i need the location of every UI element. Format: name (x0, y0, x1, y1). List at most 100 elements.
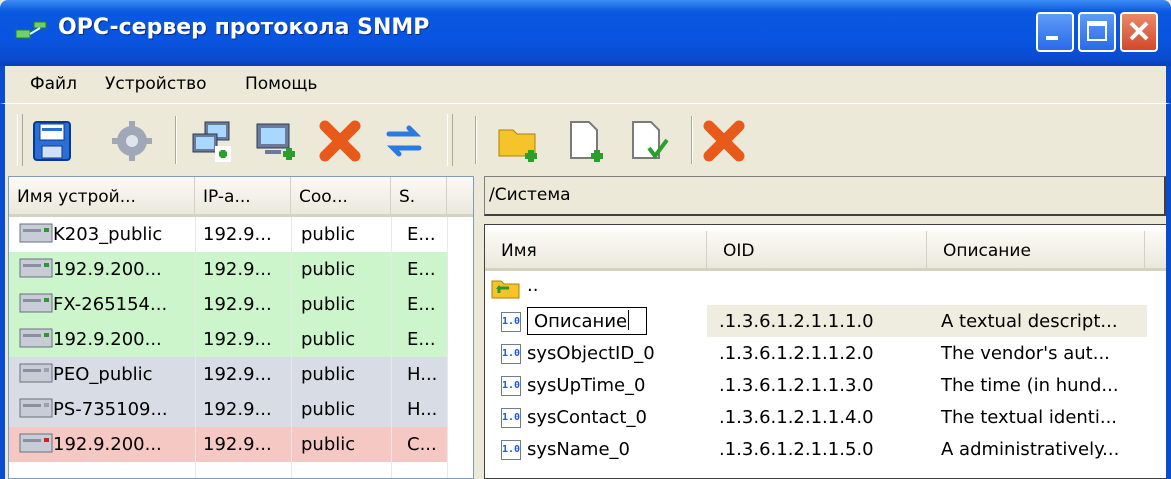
object-oid: .1.3.6.1.2.1.1.1.0 (719, 311, 874, 332)
window-title: OPC-сервер протокола SNMP (58, 15, 430, 40)
rename-input-value: Описание (534, 311, 628, 332)
device-icon (19, 223, 53, 243)
device-name: 192.9.200... (53, 329, 162, 350)
device-name: K203_public (53, 224, 163, 245)
grid-line (291, 217, 292, 478)
folder-up-icon (491, 280, 520, 299)
device-name: PEO_public (53, 364, 153, 385)
gear-icon[interactable] (109, 118, 155, 164)
path-bar: /Система (484, 176, 1166, 216)
device-row[interactable]: 192.9.200... 192.9... public C... (9, 427, 447, 462)
close-button[interactable] (1120, 12, 1158, 52)
toolbar-separator (475, 116, 477, 164)
toolbar-grip[interactable] (17, 114, 23, 166)
device-row[interactable]: FX-265154... 192.9... public E... (9, 287, 447, 322)
object-list[interactable]: Имя OID Описание .. 1.0 Описание .1.3.6.1.… (484, 224, 1166, 479)
device-ip: 192.9... (203, 434, 272, 455)
column-community[interactable]: Соо... (291, 177, 391, 217)
object-name: sysContact_0 (527, 407, 647, 428)
device-status: H... (407, 364, 438, 385)
delete-icon[interactable] (701, 118, 747, 164)
device-community: public (301, 434, 356, 455)
toolbar (0, 103, 1171, 175)
add-device-network-icon[interactable] (189, 118, 235, 164)
device-status: E... (407, 224, 436, 245)
save-icon[interactable] (29, 118, 75, 164)
add-folder-icon[interactable] (495, 118, 541, 164)
device-ip: 192.9... (203, 364, 272, 385)
device-icon (19, 293, 53, 313)
device-community: public (301, 329, 356, 350)
device-list[interactable]: Имя устрой... IP-а... Соо... S. K203_pub… (8, 176, 474, 479)
device-community: public (301, 224, 356, 245)
maximize-button[interactable] (1078, 12, 1116, 52)
device-name: PS-735109... (53, 399, 168, 420)
device-status: E... (407, 294, 436, 315)
menu-help[interactable]: Помощь (245, 74, 317, 94)
device-icon (19, 398, 53, 418)
check-object-icon[interactable] (625, 118, 671, 164)
device-ip: 192.9... (203, 259, 272, 280)
add-object-icon[interactable] (561, 118, 607, 164)
value-icon: 1.0 (501, 440, 521, 460)
object-row[interactable]: 1.0 sysContact_0 .1.3.6.1.2.1.1.4.0 The tex… (485, 401, 1166, 433)
menu-device[interactable]: Устройство (105, 74, 207, 94)
window-border (1166, 175, 1171, 479)
object-name: sysUpTime_0 (527, 375, 646, 396)
toolbar-separator (691, 116, 693, 164)
device-row[interactable]: K203_public 192.9... public E... (9, 217, 447, 252)
add-device-icon[interactable] (253, 118, 299, 164)
toolbar-grip[interactable] (447, 114, 453, 166)
column-ip-address[interactable]: IP-а... (195, 177, 291, 217)
text-caret (628, 310, 630, 330)
device-ip: 192.9... (203, 329, 272, 350)
object-row[interactable]: 1.0 Описание .1.3.6.1.2.1.1.1.0 A textual d… (485, 305, 1166, 337)
device-row[interactable]: PEO_public 192.9... public H... (9, 357, 447, 392)
device-status: C... (407, 434, 437, 455)
device-status: H... (407, 399, 438, 420)
network-app-icon (15, 21, 47, 39)
device-row[interactable]: 192.9.200... 192.9... public E... (9, 252, 447, 287)
toolbar-separator (175, 116, 177, 164)
object-oid: .1.3.6.1.2.1.1.4.0 (719, 407, 874, 428)
maximize-icon (1087, 21, 1107, 41)
device-community: public (301, 364, 356, 385)
grid-line (391, 217, 392, 478)
menu-file[interactable]: Файл (30, 74, 77, 94)
object-description: A textual descript... (941, 311, 1118, 332)
column-name[interactable]: Имя (485, 231, 707, 271)
device-status: E... (407, 259, 436, 280)
grid-line (447, 217, 448, 478)
device-row[interactable]: PS-735109... 192.9... public H... (9, 392, 447, 427)
object-description: The vendor's aut... (941, 343, 1110, 364)
object-row[interactable]: 1.0 sysObjectID_0 .1.3.6.1.2.1.1.2.0 The ve… (485, 337, 1166, 369)
column-description[interactable]: Описание (927, 231, 1145, 271)
column-oid[interactable]: OID (707, 231, 927, 271)
device-community: public (301, 294, 356, 315)
device-icon (19, 433, 53, 453)
up-folder-row[interactable]: .. (485, 273, 1166, 305)
object-name: sysName_0 (527, 439, 630, 460)
object-oid: .1.3.6.1.2.1.1.5.0 (719, 439, 874, 460)
delete-icon[interactable] (317, 118, 363, 164)
value-icon: 1.0 (501, 408, 521, 428)
refresh-icon[interactable] (381, 118, 427, 164)
object-oid: .1.3.6.1.2.1.1.3.0 (719, 375, 874, 396)
device-ip: 192.9... (203, 294, 272, 315)
device-name: FX-265154... (53, 294, 168, 315)
device-status: E... (407, 329, 436, 350)
object-row[interactable]: 1.0 sysName_0 .1.3.6.1.2.1.1.5.0 A administ… (485, 433, 1166, 465)
device-row[interactable]: 192.9.200... 192.9... public E... (9, 322, 447, 357)
column-device-name[interactable]: Имя устрой... (9, 177, 195, 217)
title-bar[interactable]: OPC-сервер протокола SNMP (0, 0, 1171, 66)
minimize-button[interactable] (1036, 12, 1074, 52)
object-row[interactable]: 1.0 sysUpTime_0 .1.3.6.1.2.1.1.3.0 The time… (485, 369, 1166, 401)
column-status[interactable]: S. (391, 177, 447, 217)
rename-input[interactable]: Описание (527, 307, 647, 335)
object-name: sysObjectID_0 (527, 343, 655, 364)
device-icon (19, 328, 53, 348)
device-name: 192.9.200... (53, 259, 162, 280)
close-icon (1129, 21, 1149, 41)
grid-line (195, 217, 196, 478)
window-border (0, 175, 5, 479)
